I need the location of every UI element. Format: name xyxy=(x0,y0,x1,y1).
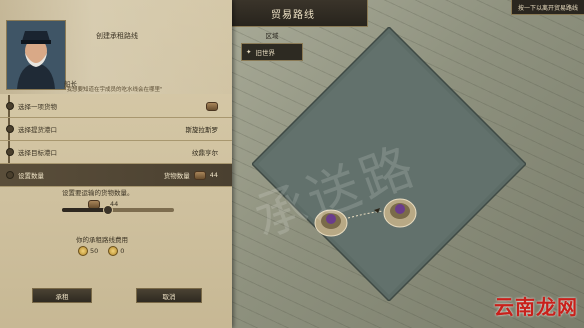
step-target-port[interactable]: 选择目标港口 纹鼎亨尔 xyxy=(0,141,232,164)
cost-values: 50 0 xyxy=(78,246,124,256)
step-dot xyxy=(6,148,14,156)
panel-title: 创建承租路线 xyxy=(96,32,138,40)
step-value: 货物数量 44 xyxy=(164,170,218,180)
cost-influence-value: 0 xyxy=(120,247,125,255)
step-label: 选择一项货物 xyxy=(18,103,57,111)
cost-coins-value: 50 xyxy=(90,247,99,255)
influence-icon xyxy=(108,246,119,256)
slider-fill xyxy=(62,208,107,212)
step-dot xyxy=(6,171,14,179)
route-steps: 选择一项货物 选择提货港口 斯旋拉斯罗 选择目标港口 纹鼎亨尔 设置数量 货物数… xyxy=(0,95,232,187)
barrel-icon xyxy=(193,170,206,180)
step-value: 斯旋拉斯罗 xyxy=(185,126,219,134)
site-watermark: 云南龙网 xyxy=(494,295,578,319)
confirm-button[interactable]: 承租 xyxy=(32,288,92,303)
amount-slider[interactable] xyxy=(62,205,174,215)
region-crest-icon: ✦ xyxy=(246,48,252,56)
step-label: 选择提货港口 xyxy=(18,126,57,134)
step-set-amount[interactable]: 设置数量 货物数量 44 xyxy=(0,164,232,187)
step-value-label: 货物数量 xyxy=(163,172,190,180)
coin-icon xyxy=(78,246,88,256)
amount-label: 设置要运输的货物数量。 xyxy=(62,189,134,197)
trade-route-panel: 创建承租路线 船长 "我想要知道在宇成员的吃水线会在哪里" 选择一项货物 选择提… xyxy=(0,0,232,328)
captain-portrait xyxy=(6,20,66,90)
cost-influence: 0 xyxy=(108,246,124,256)
step-pickup-port[interactable]: 选择提货港口 斯旋拉斯罗 xyxy=(0,118,232,141)
region-title: 区域 xyxy=(265,32,279,40)
leave-hint[interactable]: 按一下以离开贸易路线 xyxy=(510,0,584,15)
step-label: 设置数量 xyxy=(18,172,44,180)
region-selector: 区域 ✦ 旧世界 xyxy=(241,30,303,61)
step-dot xyxy=(6,125,14,133)
captain-quote: "我想要知道在宇成员的吃水线会在哪里" xyxy=(64,87,163,93)
step-value xyxy=(206,101,218,111)
cost-coins: 50 xyxy=(78,246,98,256)
region-tab-old-world[interactable]: ✦ 旧世界 xyxy=(241,43,303,61)
slider-handle[interactable] xyxy=(102,205,113,215)
step-value-number: 44 xyxy=(209,171,218,179)
barrel-icon xyxy=(206,101,218,111)
cancel-button[interactable]: 取消 xyxy=(136,288,202,303)
region-tab-label: 旧世界 xyxy=(255,49,275,57)
step-label: 选择目标港口 xyxy=(18,149,57,157)
step-value: 纹鼎亨尔 xyxy=(192,149,218,157)
cost-label: 你的承租路线费用 xyxy=(76,236,128,244)
window-title: 贸易路线 xyxy=(218,0,368,27)
step-select-goods[interactable]: 选择一项货物 xyxy=(0,95,232,118)
step-dot xyxy=(6,102,14,110)
